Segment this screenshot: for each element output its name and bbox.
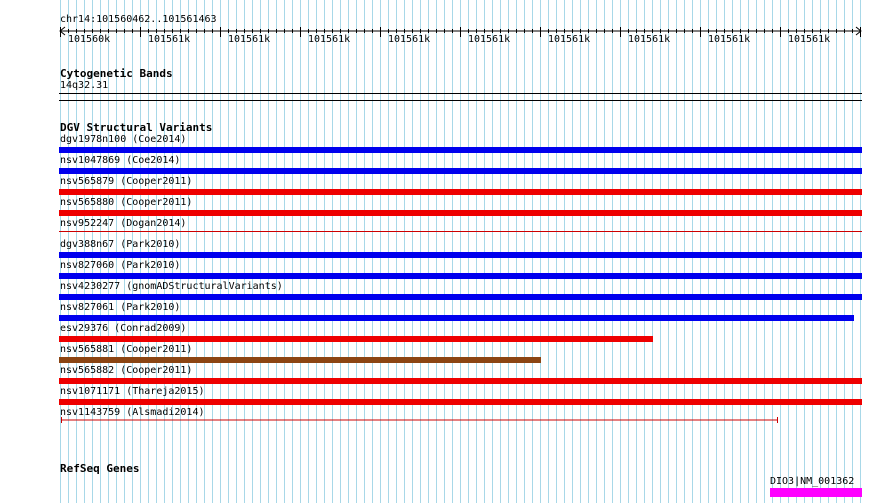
cytoband-track-title[interactable]: Cytogenetic Bands (60, 67, 173, 80)
ruler-tick-label: 101560k (68, 34, 111, 45)
ruler-tick-label: 101561k (548, 34, 591, 45)
dgv-variant-bar[interactable] (59, 294, 862, 300)
cytoband-line-bottom (59, 100, 862, 101)
ruler-tick-label: 101561k (708, 34, 751, 45)
dgv-variant-label[interactable]: dgv388n67 (Park2010) (60, 239, 180, 251)
dgv-variant-bar[interactable] (59, 336, 653, 342)
dgv-variant-label[interactable]: nsv4230277 (gnomADStructuralVariants) (60, 281, 283, 293)
dgv-variant-bar[interactable] (59, 357, 541, 363)
dgv-variant-bar[interactable] (59, 210, 862, 216)
dgv-track-title[interactable]: DGV Structural Variants (60, 121, 212, 134)
dgv-variant-bar[interactable] (59, 252, 862, 258)
cytoband-line-top (59, 93, 862, 94)
dgv-variant-label[interactable]: nsv565881 (Cooper2011) (60, 344, 192, 356)
ruler-tick-label: 101561k (628, 34, 671, 45)
dgv-variant-bar[interactable] (59, 315, 854, 321)
dgv-variant-label[interactable]: nsv827060 (Park2010) (60, 260, 180, 272)
dgv-variant-bar[interactable] (59, 147, 862, 153)
dgv-variant-label[interactable]: esv29376 (Conrad2009) (60, 323, 186, 335)
ruler-tick-label: 101561k (308, 34, 351, 45)
dgv-variant-label[interactable]: nsv827061 (Park2010) (60, 302, 180, 314)
ruler-axis (59, 26, 862, 37)
dgv-variant-bar[interactable] (59, 231, 862, 232)
dgv-variant-label[interactable]: dgv1978n100 (Coe2014) (60, 134, 186, 146)
dgv-variant-bar[interactable] (59, 378, 862, 384)
dgv-variant-label[interactable]: nsv952247 (Dogan2014) (60, 218, 186, 230)
dgv-variant-label[interactable]: nsv1071171 (Thareja2015) (60, 386, 205, 398)
dgv-variant-label[interactable]: nsv565879 (Cooper2011) (60, 176, 192, 188)
ruler-tick-label: 101561k (388, 34, 431, 45)
dgv-variant-bar[interactable] (59, 273, 862, 279)
ruler-tick-label: 101561k (148, 34, 191, 45)
refseq-gene-bar[interactable] (770, 488, 862, 497)
dgv-variant-label[interactable]: nsv565882 (Cooper2011) (60, 365, 192, 377)
ruler-tick-label: 101561k (788, 34, 831, 45)
ruler-tick-label: 101561k (468, 34, 511, 45)
dgv-variant-bar[interactable] (59, 399, 862, 405)
dgv-variant-label[interactable]: nsv565880 (Cooper2011) (60, 197, 192, 209)
dgv-variant-bar[interactable] (60, 416, 783, 424)
ruler-tick-label: 101561k (228, 34, 271, 45)
dgv-variant-label[interactable]: nsv1047869 (Coe2014) (60, 155, 180, 167)
dgv-variant-bar[interactable] (59, 189, 862, 195)
cytoband-label: 14q32.31 (60, 80, 109, 91)
refseq-gene-label[interactable]: DIO3|NM_001362 (770, 476, 854, 488)
dgv-variant-bar[interactable] (59, 168, 862, 174)
refseq-track-title[interactable]: RefSeq Genes (60, 462, 139, 475)
